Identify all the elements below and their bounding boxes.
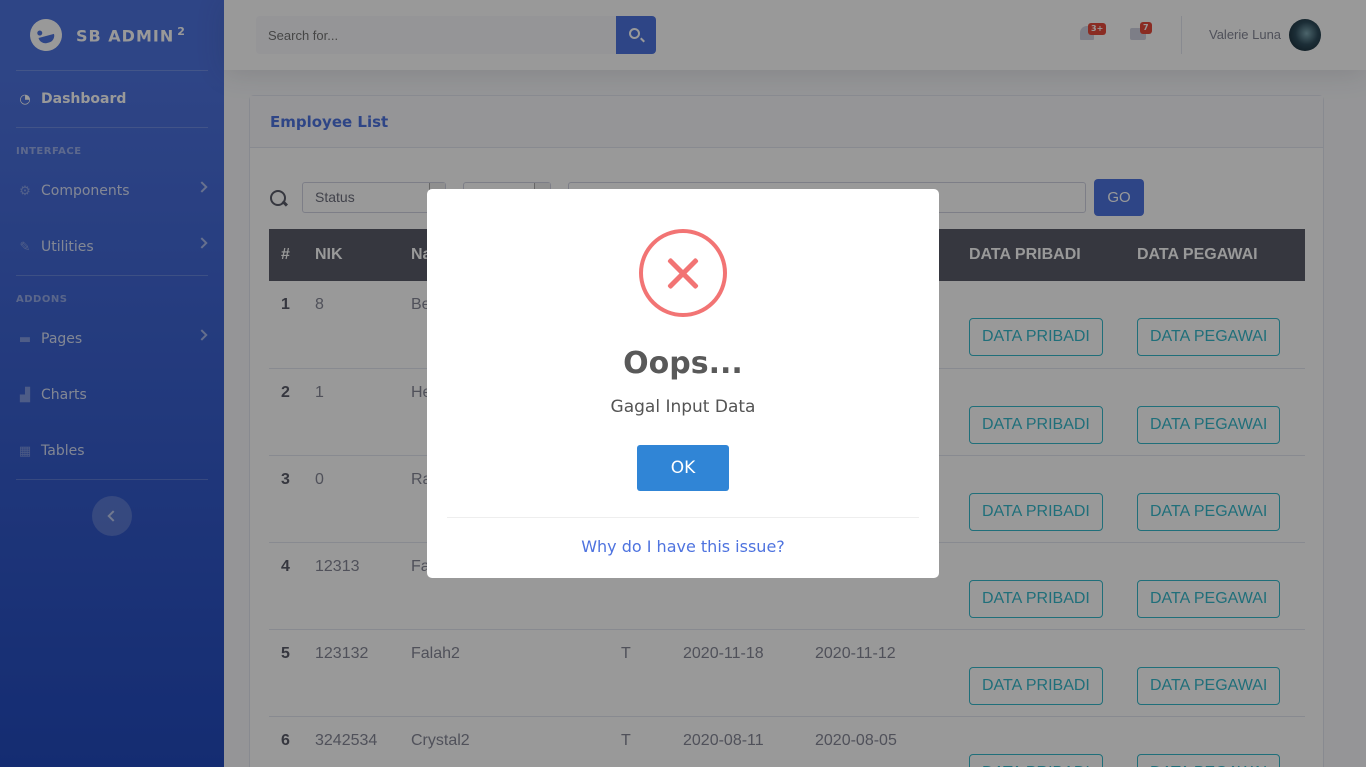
error-x-icon <box>639 229 727 317</box>
dialog-title: Oops... <box>623 346 743 381</box>
help-link[interactable]: Why do I have this issue? <box>581 537 785 556</box>
dialog-footer: Why do I have this issue? <box>447 517 919 578</box>
ok-button[interactable]: OK <box>637 445 729 491</box>
error-dialog: Oops... Gagal Input Data OK Why do I hav… <box>427 189 939 578</box>
dialog-message: Gagal Input Data <box>610 397 756 417</box>
